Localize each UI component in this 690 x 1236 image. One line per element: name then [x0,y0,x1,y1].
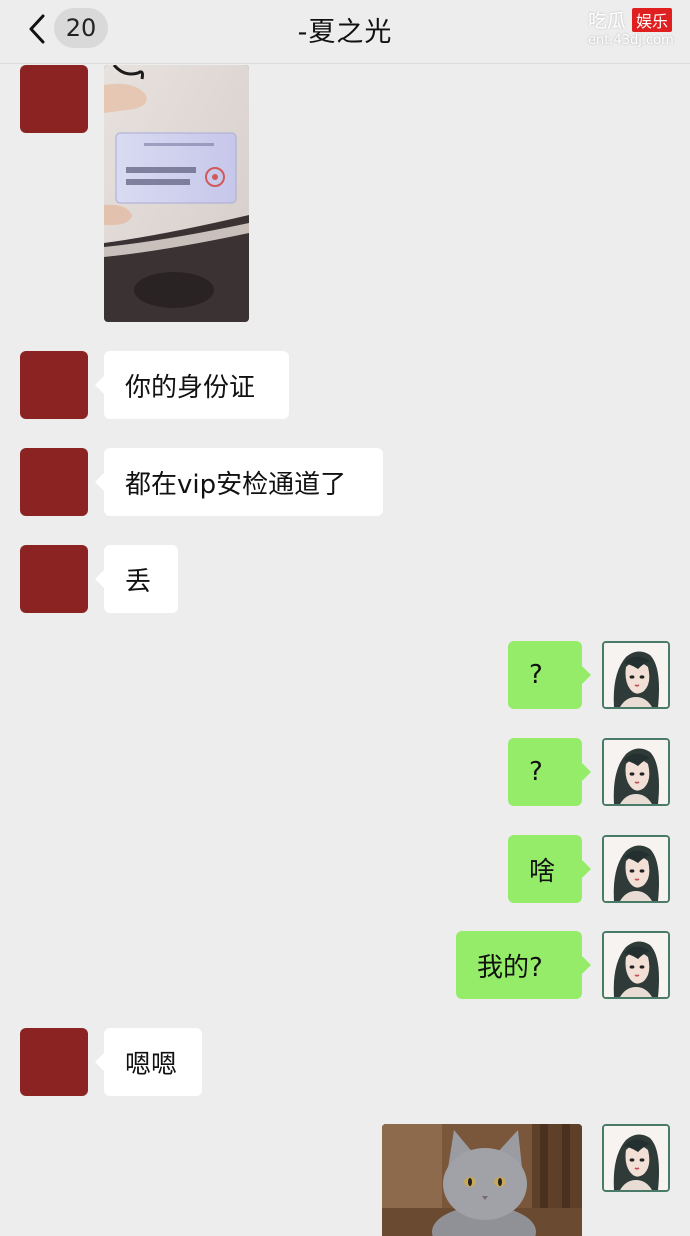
contact-avatar[interactable] [20,351,88,419]
contact-avatar[interactable] [20,448,88,516]
my-avatar[interactable] [602,641,670,709]
watermark-url: ent.43dj.com [588,33,674,48]
contact-avatar[interactable] [20,1028,88,1096]
sent-message-bubble[interactable]: ? [508,738,591,806]
id-card-photo-image [104,65,249,322]
chat-header: 20 -夏之光 吃瓜 娱乐 ent.43dj.com [0,0,690,64]
received-message-bubble[interactable]: 丢 [95,545,178,613]
watermark-site-name: 吃瓜 [588,10,627,32]
cat-photo[interactable] [382,1124,582,1236]
received-message-bubble[interactable]: 你的身份证 [95,351,289,419]
sent-message-bubble[interactable]: 我的? [456,931,591,999]
contact-avatar[interactable] [20,545,88,613]
my-avatar[interactable] [602,931,670,999]
anime-girl-avatar-icon [604,933,668,997]
my-avatar[interactable] [602,738,670,806]
anime-girl-avatar-icon [604,1126,668,1190]
sent-message-bubble[interactable]: 啥 [508,835,591,903]
id-card-photo[interactable] [104,65,249,322]
sent-message-bubble[interactable]: ? [508,641,591,709]
my-avatar[interactable] [602,1124,670,1192]
contact-avatar[interactable] [20,65,88,133]
my-avatar[interactable] [602,835,670,903]
anime-girl-avatar-icon [604,643,668,707]
watermark-logo: 吃瓜 娱乐 ent.43dj.com [586,6,686,52]
watermark-tag: 娱乐 [632,8,673,32]
anime-girl-avatar-icon [604,837,668,901]
received-message-bubble[interactable]: 都在vip安检通道了 [95,448,383,516]
anime-girl-avatar-icon [604,740,668,804]
received-message-bubble[interactable]: 嗯嗯 [95,1028,202,1096]
cat-photo-image [382,1124,582,1236]
